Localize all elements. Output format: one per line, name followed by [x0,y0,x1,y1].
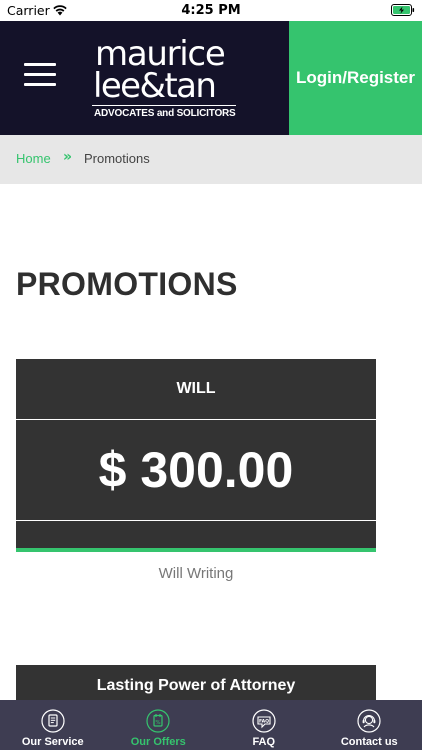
offers-icon: % [146,709,170,733]
tab-our-service[interactable]: Our Service [0,700,106,750]
tab-our-offers[interactable]: % Our Offers [106,700,212,750]
logo-divider [92,105,236,106]
promotion-card[interactable]: WILL $ 300.00 [16,359,376,552]
support-agent-icon [357,709,381,733]
status-bar: Carrier 4:25 PM [0,0,422,21]
tab-label: Contact us [340,736,398,748]
breadcrumb-current: Promotions [84,151,150,166]
tab-label: FAQ [252,736,276,748]
faq-icon: FAQ [252,709,276,733]
app-header: maurice lee&tan ADVOCATES and SOLICITORS… [0,21,422,135]
breadcrumb: Home » Promotions [0,135,422,184]
status-time: 4:25 PM [181,3,241,18]
battery-charging-icon [391,4,415,16]
promotion-card[interactable]: Lasting Power of Attorney [16,665,376,705]
brand-logo[interactable]: maurice lee&tan ADVOCATES and SOLICITORS [91,35,239,125]
card-divider [16,520,376,521]
breadcrumb-home-link[interactable]: Home [16,151,51,166]
promotion-name: WILL [176,380,216,397]
breadcrumb-separator-icon: » [63,149,72,165]
login-register-button[interactable]: Login/Register [289,21,422,135]
logo-text-line2: lee&tan [93,66,217,106]
tab-contact-us[interactable]: Contact us [317,700,422,750]
tab-faq[interactable]: FAQ FAQ [211,700,317,750]
bottom-tab-bar: Our Service % Our Offers FAQ FAQ Contact… [0,700,422,750]
tab-label: Our Service [21,736,84,748]
hamburger-menu-icon[interactable] [24,61,58,89]
page-title: PROMOTIONS [16,266,238,302]
promotion-description: Will Writing [158,565,234,582]
document-icon [41,709,65,733]
logo-tagline: ADVOCATES and SOLICITORS [94,108,236,119]
svg-text:FAQ: FAQ [259,718,269,724]
tab-label: Our Offers [130,736,186,748]
promotion-price: $ 300.00 [98,442,294,498]
svg-text:%: % [156,720,161,726]
card-accent-bar [16,548,376,552]
